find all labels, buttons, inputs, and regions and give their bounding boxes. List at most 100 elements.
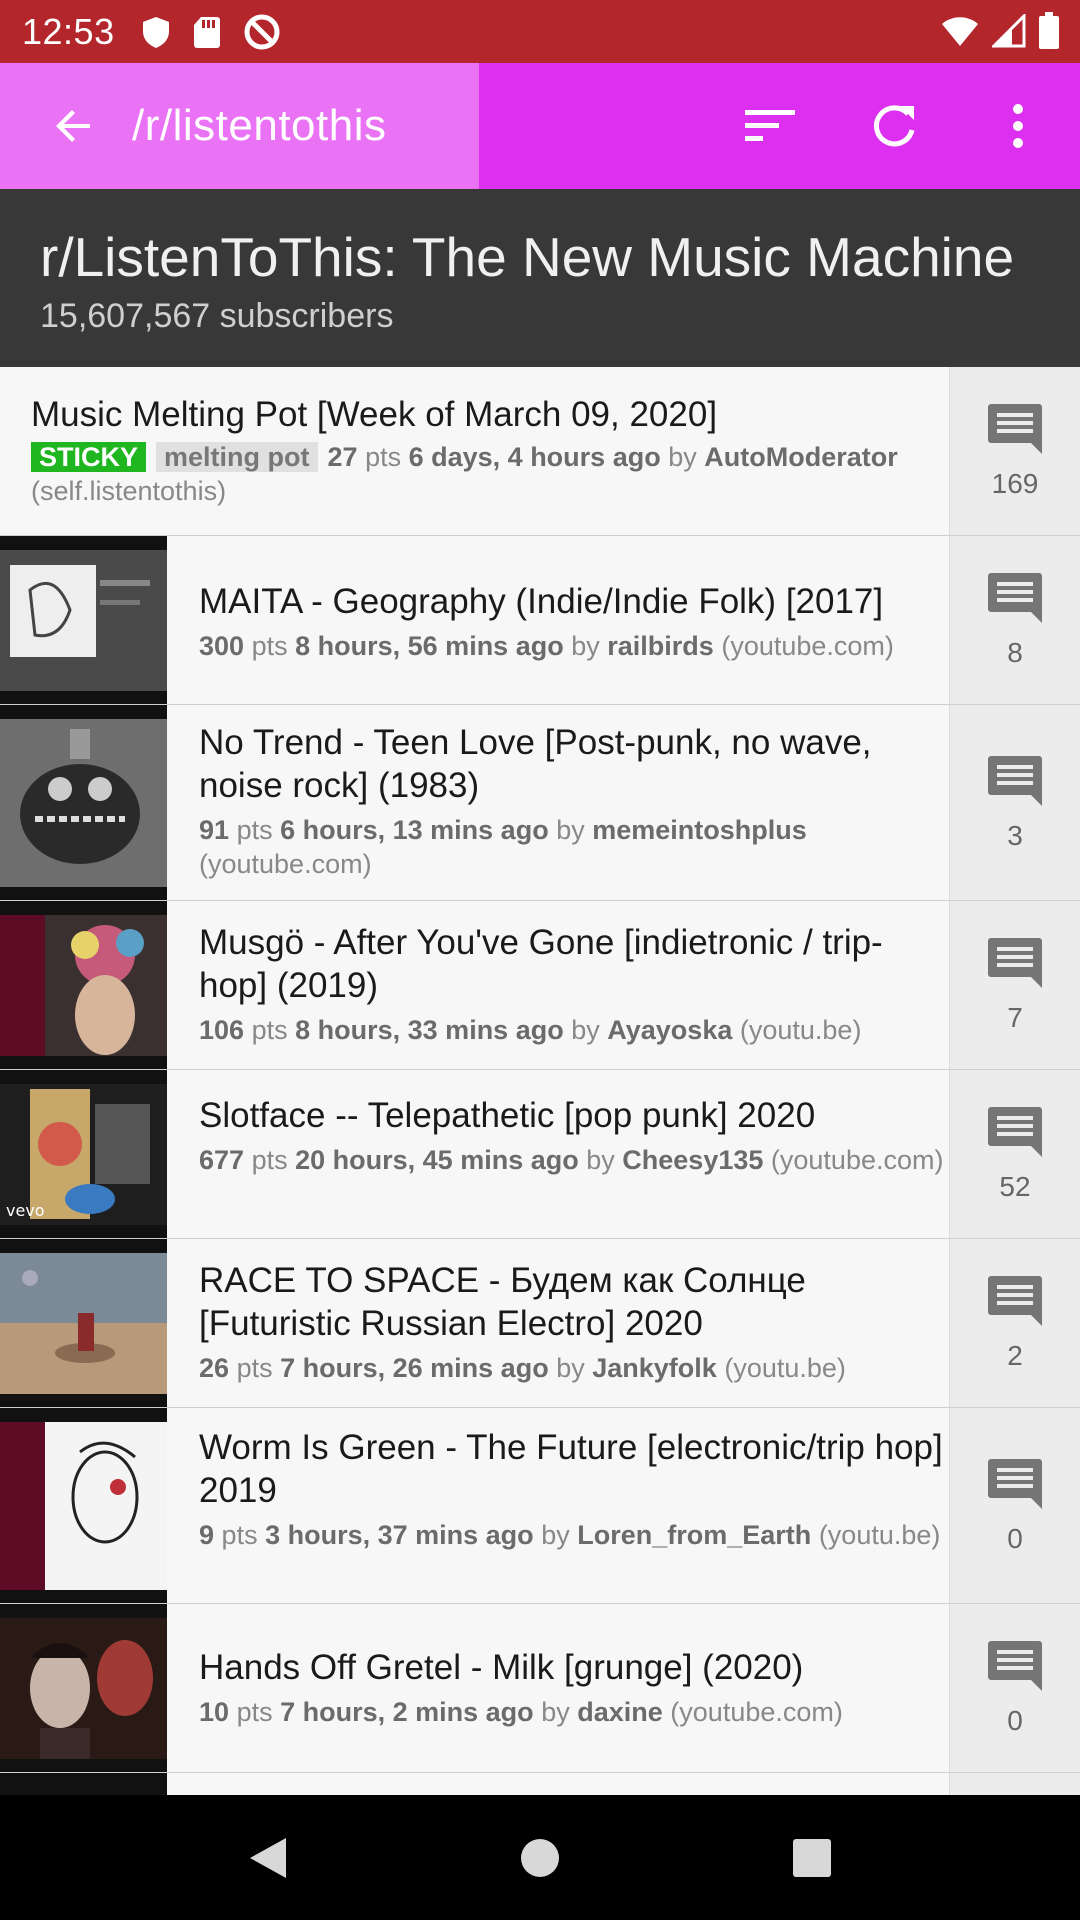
pts-label: pts (251, 1145, 288, 1175)
post-domain: (youtube.com) (670, 1697, 843, 1727)
post-body: MAITA - Geography (Indie/Indie Folk) [20… (199, 580, 950, 663)
pts-label: pts (236, 1697, 273, 1727)
list-item[interactable]: Worm Is Green - The Future [electronic/t… (0, 1408, 1080, 1604)
post-title: MAITA - Geography (Indie/Indie Folk) [20… (199, 582, 884, 621)
nav-home-button[interactable] (470, 1808, 610, 1908)
post-author: Loren_from_Earth (577, 1520, 812, 1550)
post-time: 3 hours, 37 mins ago (265, 1520, 534, 1550)
post-author: Ayayoska (607, 1015, 733, 1045)
nav-back-icon (250, 1837, 286, 1878)
comments-button[interactable] (949, 1773, 1080, 1795)
post-body: Hands Off Gretel - Milk [grunge] (2020) … (199, 1646, 950, 1729)
list-item[interactable]: MAITA - Geography (Indie/Indie Folk) [20… (0, 536, 1080, 705)
by-label: by (556, 815, 585, 845)
nav-recents-button[interactable] (742, 1808, 882, 1908)
nav-back-button[interactable] (198, 1808, 338, 1908)
comments-button[interactable]: 7 (949, 901, 1080, 1069)
battery-icon (1039, 12, 1059, 49)
thumbnail-image (0, 550, 167, 691)
pts-label: pts (236, 1353, 273, 1383)
comment-count: 7 (1007, 1002, 1023, 1033)
post-thumbnail[interactable] (0, 705, 167, 900)
comments-button[interactable]: 0 (949, 1408, 1080, 1603)
sd-card-icon (193, 16, 220, 48)
post-thumbnail[interactable] (0, 536, 167, 704)
post-domain: (youtu.be) (724, 1353, 846, 1383)
list-item[interactable]: Musgö - After You've Gone [indietronic /… (0, 901, 1080, 1070)
post-time: 8 hours, 33 mins ago (295, 1015, 564, 1045)
nav-home-icon (521, 1838, 559, 1877)
pts-label: pts (251, 631, 288, 661)
list-item[interactable] (0, 1773, 1080, 1795)
sort-icon (745, 110, 795, 141)
app-title: /r/listentothis (132, 101, 387, 150)
more-options-button[interactable] (956, 63, 1080, 189)
refresh-button[interactable] (832, 63, 956, 189)
post-domain: (youtube.com) (770, 1145, 944, 1175)
comment-icon (988, 755, 1042, 806)
app-bar: /r/listentothis (0, 63, 1080, 189)
post-domain: (youtube.com) (721, 631, 894, 661)
post-domain: (youtu.be) (739, 1015, 862, 1045)
post-time: 6 days, 4 hours ago (408, 442, 661, 472)
arrow-back-icon (56, 110, 90, 142)
comment-count: 8 (1007, 637, 1023, 668)
post-body: Worm Is Green - The Future [electronic/t… (199, 1426, 950, 1552)
by-label: by (586, 1145, 615, 1175)
flair-badge: melting pot (156, 442, 318, 472)
post-thumbnail[interactable] (0, 1408, 167, 1603)
post-time: 20 hours, 45 mins ago (295, 1145, 579, 1175)
comment-icon (988, 404, 1042, 454)
by-label: by (571, 631, 600, 661)
post-time: 7 hours, 2 mins ago (280, 1697, 534, 1727)
post-thumbnail[interactable] (0, 1773, 167, 1795)
list-item[interactable]: vevo Slotface -- Telepathetic [pop punk]… (0, 1070, 1080, 1239)
comment-icon (988, 938, 1042, 988)
thumbnail-image (0, 1422, 167, 1590)
post-time: 7 hours, 26 mins ago (280, 1353, 549, 1383)
comment-count: 3 (1007, 819, 1023, 851)
post-points: 26 (199, 1353, 230, 1383)
post-thumbnail[interactable] (0, 1604, 167, 1772)
comments-button[interactable]: 8 (949, 536, 1080, 704)
comment-count: 0 (1007, 1705, 1023, 1736)
post-meta: 91 pts 6 hours, 13 mins ago by memeintos… (199, 813, 950, 881)
wifi-icon (942, 17, 978, 46)
shield-icon (142, 16, 169, 48)
comments-button[interactable]: 0 (949, 1604, 1080, 1772)
post-meta: 677 pts 20 hours, 45 mins ago by Cheesy1… (199, 1143, 950, 1177)
comments-button[interactable]: 52 (949, 1070, 1080, 1238)
post-time: 6 hours, 13 mins ago (280, 815, 549, 845)
sticky-badge: STICKY (31, 442, 147, 472)
comments-button[interactable]: 169 (949, 367, 1080, 535)
back-button[interactable] (34, 86, 114, 166)
comments-button[interactable]: 2 (949, 1239, 1080, 1407)
system-nav-bar (0, 1795, 1080, 1920)
post-author: AutoModerator (704, 442, 898, 472)
list-item[interactable]: No Trend - Teen Love [Post-punk, no wave… (0, 705, 1080, 901)
post-title: No Trend - Teen Love [Post-punk, no wave… (199, 723, 872, 805)
by-label: by (556, 1353, 585, 1383)
post-thumbnail[interactable]: vevo (0, 1070, 167, 1238)
post-title: Hands Off Gretel - Milk [grunge] (2020) (199, 1648, 804, 1687)
list-item[interactable]: RACE TO SPACE - Будем как Солнце [Futuri… (0, 1239, 1080, 1408)
sort-button[interactable] (708, 63, 832, 189)
list-item[interactable]: Hands Off Gretel - Milk [grunge] (2020) … (0, 1604, 1080, 1773)
comments-button[interactable]: 3 (949, 705, 1080, 900)
post-list[interactable]: Music Melting Pot [Week of March 09, 202… (0, 367, 1080, 1795)
post-title: Worm Is Green - The Future [electronic/t… (199, 1428, 943, 1510)
nav-recents-icon (793, 1838, 831, 1877)
post-author: daxine (577, 1697, 663, 1727)
app-actions (708, 63, 1080, 189)
app-bar-title-area: /r/listentothis (0, 63, 479, 189)
post-meta: 9 pts 3 hours, 37 mins ago by Loren_from… (199, 1518, 950, 1552)
post-thumbnail[interactable] (0, 901, 167, 1069)
post-meta: 106 pts 8 hours, 33 mins ago by Ayayoska… (199, 1013, 950, 1047)
list-item[interactable]: Music Melting Pot [Week of March 09, 202… (0, 367, 1080, 536)
post-domain: (youtu.be) (818, 1520, 941, 1550)
post-meta: 10 pts 7 hours, 2 mins ago by daxine (yo… (199, 1695, 950, 1729)
status-notification-icons (141, 13, 281, 51)
by-label: by (668, 442, 697, 472)
post-thumbnail[interactable] (0, 1239, 167, 1407)
by-label: by (571, 1015, 600, 1045)
